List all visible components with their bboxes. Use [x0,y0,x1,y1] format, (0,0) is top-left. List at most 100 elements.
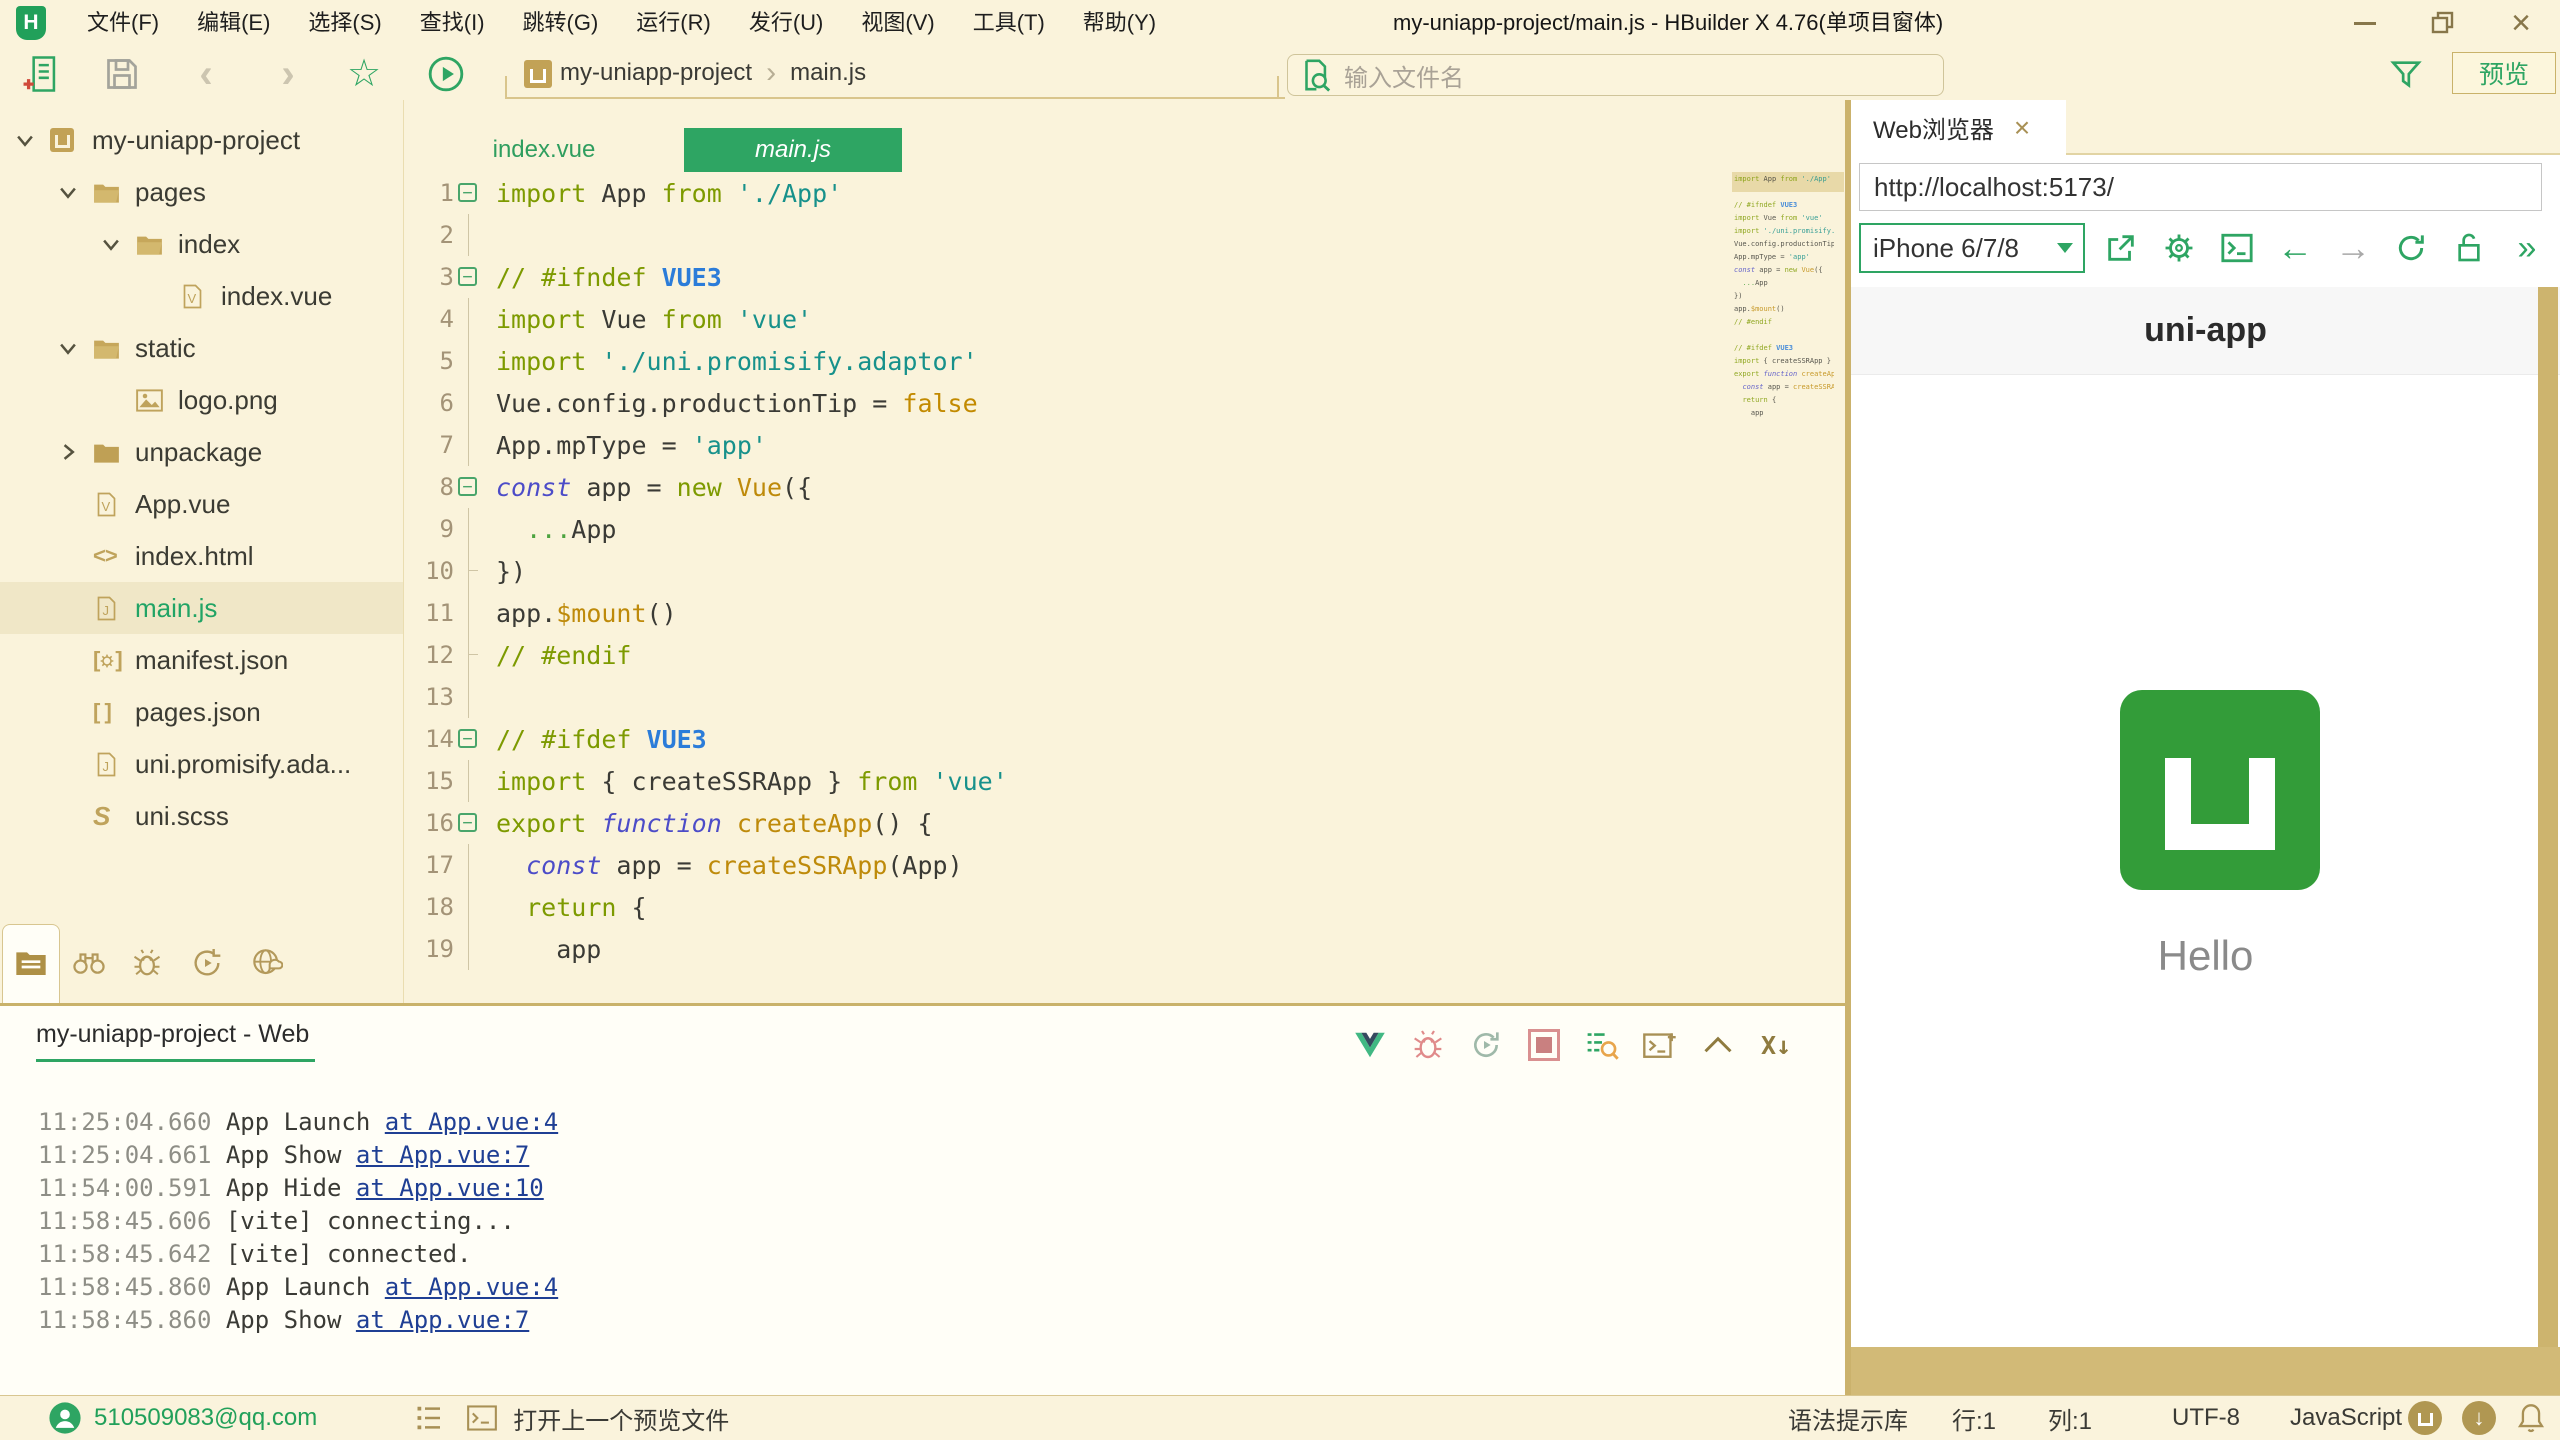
run-button[interactable] [426,54,466,94]
log-source-link[interactable]: at App.vue:7 [356,1141,529,1169]
breadcrumb-file[interactable]: main.js [790,59,866,87]
browser-tab[interactable]: Web浏览器 × [1851,100,2066,155]
browser-lock-button[interactable] [2447,226,2491,270]
log-source-link[interactable]: at App.vue:10 [356,1174,544,1202]
fold-toggle[interactable]: − [454,718,484,760]
browser-forward-button[interactable]: → [2331,226,2375,270]
log-source-link[interactable]: at App.vue:4 [385,1273,558,1301]
uniapp-helper-button[interactable] [2408,1401,2442,1435]
syntax-lib-label[interactable]: 语法提示库 [1788,1401,1908,1436]
filter-button[interactable] [2386,54,2426,94]
tree-item-uni.scss[interactable]: Suni.scss [0,790,403,842]
language-label[interactable]: JavaScript [2290,1404,2402,1432]
menu-工具(T)[interactable]: 工具(T) [954,0,1064,46]
save-button[interactable] [102,54,142,94]
navigate-forward-button[interactable]: › [268,54,308,94]
minimize-button[interactable] [2326,0,2404,46]
close-button[interactable]: × [2482,0,2560,46]
outline-button[interactable] [413,1401,447,1435]
tree-item-index.html[interactable]: <>index.html [0,530,403,582]
file-search-input[interactable]: 输入文件名 [1287,54,1944,96]
menu-视图(V)[interactable]: 视图(V) [842,0,953,46]
maximize-button[interactable] [2404,0,2482,46]
cursor-col-label[interactable]: 列:1 [2048,1401,2092,1436]
vue-devtools-button[interactable] [1353,1028,1387,1062]
encoding-label[interactable]: UTF-8 [2172,1404,2240,1432]
account-email[interactable]: 510509083@qq.com [94,1404,317,1432]
tree-item-static[interactable]: static [0,322,403,374]
log-source-link[interactable]: at App.vue:7 [356,1306,529,1334]
fold-toggle[interactable]: − [454,466,484,508]
tree-item-manifest.json[interactable]: []manifest.json [0,634,403,686]
editor-tab-main.js[interactable]: main.js [684,128,902,172]
collapse-console-button[interactable] [1701,1028,1735,1062]
preview-button[interactable]: 预览 [2452,52,2556,94]
breadcrumb-project[interactable]: my-uniapp-project [560,59,752,87]
menu-编辑(E)[interactable]: 编辑(E) [178,0,289,46]
new-file-button[interactable] [20,54,60,94]
tree-item-pages[interactable]: pages [0,166,403,218]
clear-console-button[interactable]: X↓ [1759,1028,1793,1062]
device-select[interactable]: iPhone 6/7/8 [1859,223,2085,273]
browser-console-button[interactable] [2215,226,2259,270]
chevron-down-icon[interactable] [57,337,79,359]
resize-viewport-button[interactable] [2099,226,2143,270]
tree-item-uni.promisify.ada...[interactable]: Juni.promisify.ada... [0,738,403,790]
update-download-button[interactable]: ↓ [2462,1401,2496,1435]
tree-item-logo.png[interactable]: logo.png [0,374,403,426]
tree-item-App.vue[interactable]: VApp.vue [0,478,403,530]
chevron-right-icon[interactable] [57,441,79,463]
sidebar-tab-debug[interactable] [130,946,164,980]
tree-item-main.js[interactable]: Jmain.js [0,582,403,634]
code-area[interactable]: 1−import App from './App'23−// #ifndef V… [404,172,1845,970]
log-source-link[interactable]: at App.vue:4 [385,1108,558,1136]
terminal-status-button[interactable] [465,1401,499,1435]
cursor-line-label[interactable]: 行:1 [1952,1401,1996,1436]
browser-vertical-scrollbar[interactable] [2538,287,2558,1347]
chevron-down-icon[interactable] [100,233,122,255]
sidebar-tab-search[interactable] [72,946,106,980]
menu-选择(S)[interactable]: 选择(S) [289,0,400,46]
new-terminal-button[interactable] [1643,1028,1677,1062]
sidebar-tab-files[interactable] [14,946,48,980]
breadcrumb[interactable]: my-uniapp-project › main.js [560,46,866,100]
url-input[interactable]: http://localhost:5173/ [1859,163,2542,211]
stop-button[interactable] [1527,1028,1561,1062]
menu-运行(R)[interactable]: 运行(R) [617,0,730,46]
fold-toggle[interactable]: − [454,172,484,214]
tree-item-my-uniapp-project[interactable]: my-uniapp-project [0,114,403,166]
menu-发行(U)[interactable]: 发行(U) [730,0,843,46]
fold-toggle[interactable]: − [454,802,484,844]
browser-refresh-button[interactable] [2389,226,2433,270]
line-number: 5 [404,347,454,375]
search-log-button[interactable] [1585,1028,1619,1062]
browser-horizontal-scrollbar[interactable] [1851,1347,2560,1395]
sidebar-tab-refresh[interactable] [190,946,224,980]
tree-item-index[interactable]: index [0,218,403,270]
chevron-down-icon[interactable] [57,181,79,203]
menu-跳转(G)[interactable]: 跳转(G) [504,0,618,46]
more-tools-button[interactable]: » [2505,226,2549,270]
debug-button[interactable] [1411,1028,1445,1062]
restart-button[interactable] [1469,1028,1503,1062]
tree-item-index.vue[interactable]: Vindex.vue [0,270,403,322]
fold-toggle[interactable]: − [454,256,484,298]
minimap[interactable]: import App from './App'// #ifndef VUE3im… [1734,175,1834,422]
browser-back-button[interactable]: ← [2273,226,2317,270]
browser-settings-button[interactable] [2157,226,2201,270]
notifications-button[interactable] [2514,1401,2548,1435]
menu-查找(I)[interactable]: 查找(I) [401,0,504,46]
favorite-button[interactable]: ☆ [344,54,384,94]
menu-帮助(Y)[interactable]: 帮助(Y) [1064,0,1175,46]
navigate-back-button[interactable]: ‹ [186,54,226,94]
tree-item-pages.json[interactable]: [ ]pages.json [0,686,403,738]
tree-item-unpackage[interactable]: unpackage [0,426,403,478]
open-last-preview-label[interactable]: 打开上一个预览文件 [513,1401,729,1436]
browser-tab-close-icon[interactable]: × [2014,112,2030,144]
sidebar-tab-remote[interactable] [250,946,284,980]
account-avatar[interactable] [48,1401,82,1435]
console-tab[interactable]: my-uniapp-project - Web [36,1020,315,1062]
chevron-down-icon[interactable] [14,129,36,151]
editor-tab-index.vue[interactable]: index.vue [444,128,644,172]
menu-文件(F)[interactable]: 文件(F) [68,0,178,46]
